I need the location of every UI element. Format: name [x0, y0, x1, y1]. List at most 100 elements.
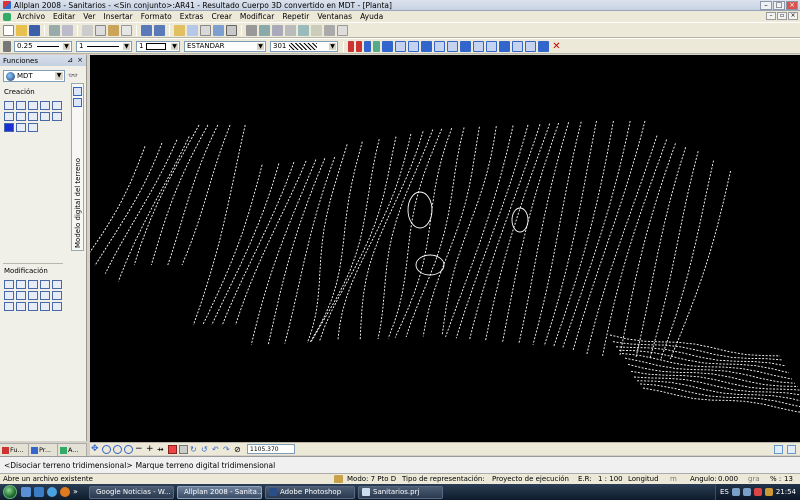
- menu-ayuda[interactable]: Ayuda: [356, 12, 387, 21]
- snap-icon[interactable]: [473, 40, 484, 52]
- chevron-down-icon[interactable]: ▼: [329, 42, 336, 50]
- tab-functions[interactable]: Fu...: [0, 444, 29, 456]
- menu-editar[interactable]: Editar: [49, 12, 79, 21]
- binoculars-icon[interactable]: 👓: [68, 72, 78, 80]
- snap-red-icon[interactable]: [348, 40, 354, 52]
- modify-tool-icon[interactable]: [16, 280, 26, 289]
- window-arrange-icon[interactable]: [787, 445, 796, 454]
- snap-icon[interactable]: [421, 40, 432, 52]
- network-icon[interactable]: [731, 488, 740, 496]
- create-tool-icon[interactable]: [40, 101, 50, 110]
- angle-value[interactable]: 0.000: [718, 475, 738, 483]
- internet-explorer-icon[interactable]: [47, 487, 57, 497]
- save-icon[interactable]: [29, 24, 40, 36]
- create-tool-icon[interactable]: [52, 112, 62, 121]
- next-view-icon[interactable]: ↷: [223, 445, 232, 454]
- dimension-tool-icon[interactable]: [272, 24, 283, 36]
- modify-tool-icon[interactable]: [16, 291, 26, 300]
- snap-icon[interactable]: [486, 40, 497, 52]
- doc-close-button[interactable]: ×: [788, 12, 798, 20]
- show-desktop-icon[interactable]: [21, 487, 31, 497]
- print-preview-icon[interactable]: [62, 24, 73, 36]
- create-tool-icon[interactable]: [4, 123, 14, 132]
- create-tool-icon[interactable]: [4, 112, 14, 121]
- modify-tool-icon[interactable]: [52, 280, 62, 289]
- redo-icon[interactable]: [154, 24, 165, 36]
- filter-icon[interactable]: [337, 24, 348, 36]
- snap-icon[interactable]: [395, 40, 406, 52]
- snap-icon[interactable]: [447, 40, 458, 52]
- doc-minimize-button[interactable]: –: [766, 12, 776, 20]
- modify-tool-icon[interactable]: [16, 302, 26, 311]
- text-tool-icon[interactable]: [285, 24, 296, 36]
- percent-value[interactable]: 13: [784, 475, 793, 483]
- menu-archivo[interactable]: Archivo: [13, 12, 49, 21]
- task-photoshop[interactable]: Adobe Photoshop: [265, 485, 355, 499]
- line-type-select[interactable]: 1 ▼: [76, 40, 132, 52]
- modify-tool-icon[interactable]: [52, 291, 62, 300]
- tab-icon[interactable]: [73, 87, 82, 96]
- chevron-down-icon[interactable]: ▼: [123, 42, 130, 50]
- plus-icon[interactable]: +: [146, 444, 155, 454]
- representation-value[interactable]: Proyecto de ejecución: [492, 475, 569, 483]
- create-tool-icon[interactable]: [40, 112, 50, 121]
- tab-assistants[interactable]: A...: [58, 444, 87, 456]
- open-folder-icon[interactable]: [16, 24, 27, 36]
- snap-icon[interactable]: [382, 40, 393, 52]
- camera-icon[interactable]: [179, 444, 188, 454]
- layer-select[interactable]: ESTANDAR ▼: [184, 40, 266, 52]
- create-tool-icon[interactable]: [28, 101, 38, 110]
- maximize-button[interactable]: □: [773, 1, 785, 10]
- clock[interactable]: 21:54: [776, 488, 796, 496]
- close-icon[interactable]: ×: [76, 56, 84, 64]
- chevron-down-icon[interactable]: ▼: [55, 72, 63, 80]
- terrain-model-tab[interactable]: Modelo digital del terreno: [71, 83, 84, 251]
- paste-icon[interactable]: [108, 24, 119, 36]
- task-google-news[interactable]: Google Noticias - W...: [89, 485, 174, 499]
- zoom-all-icon[interactable]: [113, 444, 122, 454]
- color-select[interactable]: 1 ▼: [136, 40, 180, 52]
- refresh-icon[interactable]: ↻: [190, 445, 199, 454]
- firefox-icon[interactable]: [60, 487, 70, 497]
- modify-tool-icon[interactable]: [28, 302, 38, 311]
- snap-icon[interactable]: [434, 40, 445, 52]
- create-tool-icon[interactable]: [16, 123, 26, 132]
- create-tool-icon[interactable]: [52, 101, 62, 110]
- zoom-window-icon[interactable]: [102, 444, 111, 454]
- close-red-icon[interactable]: ✕: [551, 41, 562, 52]
- menu-modificar[interactable]: Modificar: [236, 12, 278, 21]
- properties-icon[interactable]: [200, 24, 211, 36]
- switch-windows-icon[interactable]: [34, 487, 44, 497]
- previous-view-icon[interactable]: ↶: [212, 445, 221, 454]
- object-manager-icon[interactable]: [213, 24, 224, 36]
- status-mode[interactable]: Modo: 7 Pto D: [347, 475, 396, 483]
- snap-icon[interactable]: [538, 40, 549, 52]
- cut-icon[interactable]: [82, 24, 93, 36]
- doc-restore-button[interactable]: ▫: [777, 12, 787, 20]
- symbol-tool-icon[interactable]: [311, 24, 322, 36]
- more-icon[interactable]: »: [73, 487, 83, 497]
- tab-icon[interactable]: [73, 98, 82, 107]
- menu-extras[interactable]: Extras: [176, 12, 208, 21]
- menu-insertar[interactable]: Insertar: [100, 12, 137, 21]
- length-unit[interactable]: m: [670, 475, 677, 483]
- pan-icon[interactable]: ✥: [91, 444, 100, 454]
- pen-icon[interactable]: [3, 40, 11, 52]
- modify-tool-icon[interactable]: [40, 302, 50, 311]
- chevron-down-icon[interactable]: ▼: [257, 42, 264, 50]
- zoom-scale-field[interactable]: 1105.370: [247, 444, 295, 454]
- snap-blue-icon[interactable]: [373, 40, 380, 52]
- window-tile-icon[interactable]: [774, 445, 783, 454]
- view-active-icon[interactable]: [168, 444, 177, 454]
- pen-tool-icon[interactable]: [246, 24, 257, 36]
- line-tool-icon[interactable]: [259, 24, 270, 36]
- 3d-cube-icon[interactable]: [226, 24, 237, 36]
- menu-repetir[interactable]: Repetir: [278, 12, 313, 21]
- volume-icon[interactable]: [742, 488, 751, 496]
- document-icon[interactable]: [3, 12, 11, 21]
- hatch-tool-icon[interactable]: [298, 24, 309, 36]
- zoom-in-icon[interactable]: [124, 444, 133, 454]
- chevron-down-icon[interactable]: ▼: [171, 42, 178, 50]
- menu-ver[interactable]: Ver: [79, 12, 99, 21]
- pin-icon[interactable]: ⊿: [66, 56, 74, 64]
